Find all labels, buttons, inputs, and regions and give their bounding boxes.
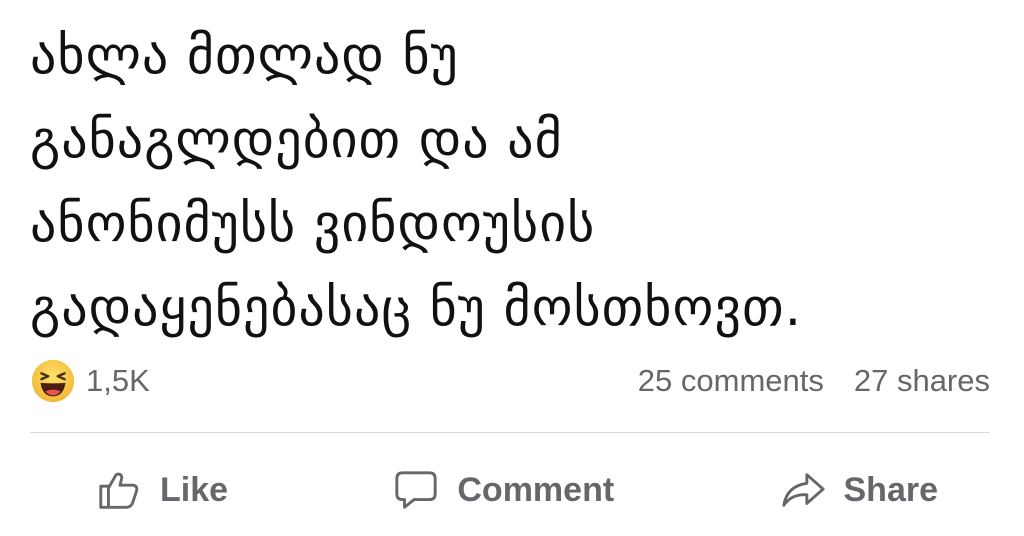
actions-divider <box>30 432 990 433</box>
share-label: Share <box>843 470 939 509</box>
like-button[interactable]: Like <box>96 452 228 528</box>
post-text-line-1: ახლა მთლად ნუ <box>30 26 459 86</box>
post-actions: Like Comment Share <box>30 452 990 528</box>
reactions-summary[interactable]: 1,5K <box>30 358 150 404</box>
comment-button[interactable]: Comment <box>393 452 614 528</box>
laughing-face-icon <box>31 359 75 403</box>
post-text-line-3: ანონიმუსს ვინდოუსის <box>30 194 596 254</box>
engagement-counts: 25 comments 27 shares <box>638 363 990 399</box>
reaction-count: 1,5K <box>86 363 150 398</box>
comment-label: Comment <box>457 470 615 509</box>
post-stats: 1,5K 25 comments 27 shares <box>30 356 990 406</box>
thumbs-up-icon <box>99 472 139 509</box>
post-text-line-2: განაგლდებით და ამ <box>30 110 563 170</box>
share-arrow-icon <box>781 473 825 507</box>
post-text: ახლა მთლად ნუ განაგლდებით და ამ ანონიმუს… <box>30 14 990 350</box>
speech-bubble-icon <box>395 471 437 509</box>
shares-count-link[interactable]: 27 shares <box>854 363 990 399</box>
share-button[interactable]: Share <box>780 452 939 528</box>
post-text-line-4: გადაყენებასაც ნუ მოსთხოვთ. <box>30 278 803 338</box>
like-label: Like <box>160 470 229 509</box>
comments-count-link[interactable]: 25 comments <box>638 363 824 399</box>
